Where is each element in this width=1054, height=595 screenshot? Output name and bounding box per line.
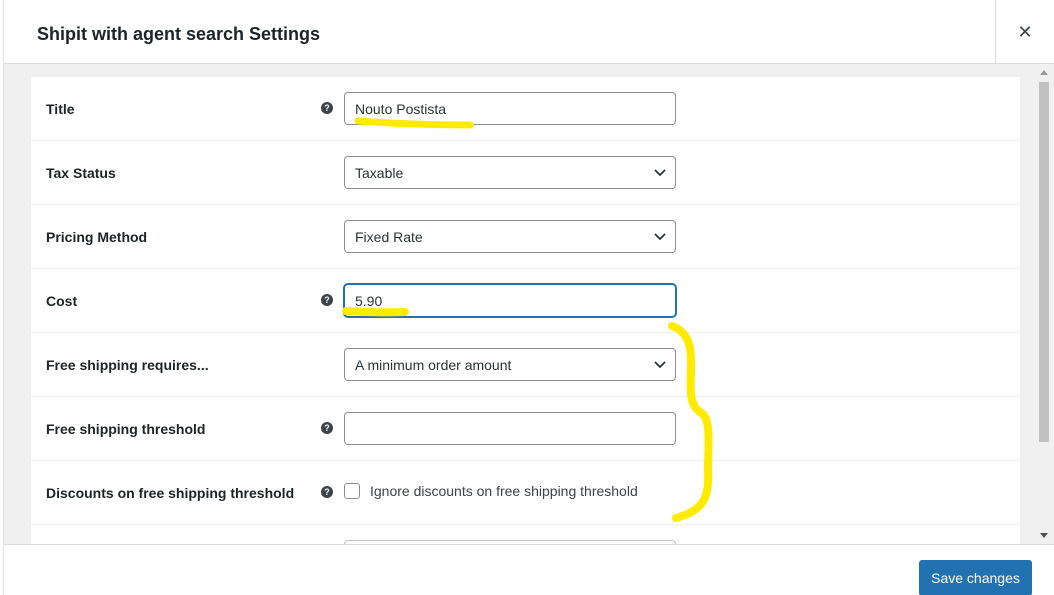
help-icon[interactable]: ? [321,486,333,498]
close-button[interactable]: ✕ [995,0,1054,64]
scroll-up-arrow-icon[interactable] [1040,70,1048,75]
form-row-free-shipping-requires: Free shipping requires... A minimum orde… [31,333,1020,397]
save-changes-button[interactable]: Save changes [919,560,1032,595]
chevron-down-icon [654,169,666,177]
cost-label: Cost [46,293,78,309]
form-row-tax-status: Tax Status Taxable [31,141,1020,205]
free-shipping-requires-select[interactable]: A minimum order amount [344,348,676,381]
chevron-down-icon [654,361,666,369]
pricing-method-select[interactable]: Fixed Rate [344,220,676,253]
title-label: Title [46,101,75,117]
free-shipping-threshold-input[interactable] [344,412,676,445]
scrollbar[interactable] [1036,64,1054,544]
tax-status-select[interactable]: Taxable [344,156,676,189]
settings-modal: Shipit with agent search Settings ✕ Titl… [4,0,1054,595]
help-icon[interactable]: ? [321,102,333,114]
pricing-method-value: Fixed Rate [355,228,423,245]
discounts-label: Discounts on free shipping threshold [46,485,295,501]
form-row-title: Title ? Nouto Postista [31,77,1020,141]
ignore-discounts-label[interactable]: Ignore discounts on free shipping thresh… [370,483,638,499]
form-row-discounts: Discounts on free shipping threshold ? I… [31,461,1020,525]
modal-header: Shipit with agent search Settings ✕ [4,0,1054,64]
pricing-method-label: Pricing Method [46,229,148,245]
title-input[interactable]: Nouto Postista [344,92,676,125]
settings-form: Title ? Nouto Postista Tax Status Taxabl… [31,77,1020,544]
modal-title: Shipit with agent search Settings [37,24,321,44]
help-icon[interactable]: ? [321,422,333,434]
modal-body: Title ? Nouto Postista Tax Status Taxabl… [4,64,1054,544]
form-row-pricing-method: Pricing Method Fixed Rate [31,205,1020,269]
cost-input[interactable]: 5.90 [344,284,676,317]
form-row-partial [31,525,1020,544]
form-row-cost: Cost ? 5.90 [31,269,1020,333]
ignore-discounts-checkbox[interactable] [344,483,360,499]
scroll-thumb[interactable] [1039,82,1049,442]
form-row-free-shipping-threshold: Free shipping threshold ? [31,397,1020,461]
free-shipping-requires-value: A minimum order amount [355,356,512,373]
ignore-discounts-option[interactable]: Ignore discounts on free shipping thresh… [344,483,638,499]
scroll-down-arrow-icon[interactable] [1040,533,1048,538]
tax-status-value: Taxable [355,164,404,181]
chevron-down-icon [654,233,666,241]
tax-status-label: Tax Status [46,165,116,181]
free-shipping-threshold-label: Free shipping threshold [46,421,206,437]
free-shipping-requires-label: Free shipping requires... [46,357,209,373]
modal-footer: Save changes [4,544,1054,595]
help-icon[interactable]: ? [321,294,333,306]
close-icon: ✕ [1017,21,1033,42]
